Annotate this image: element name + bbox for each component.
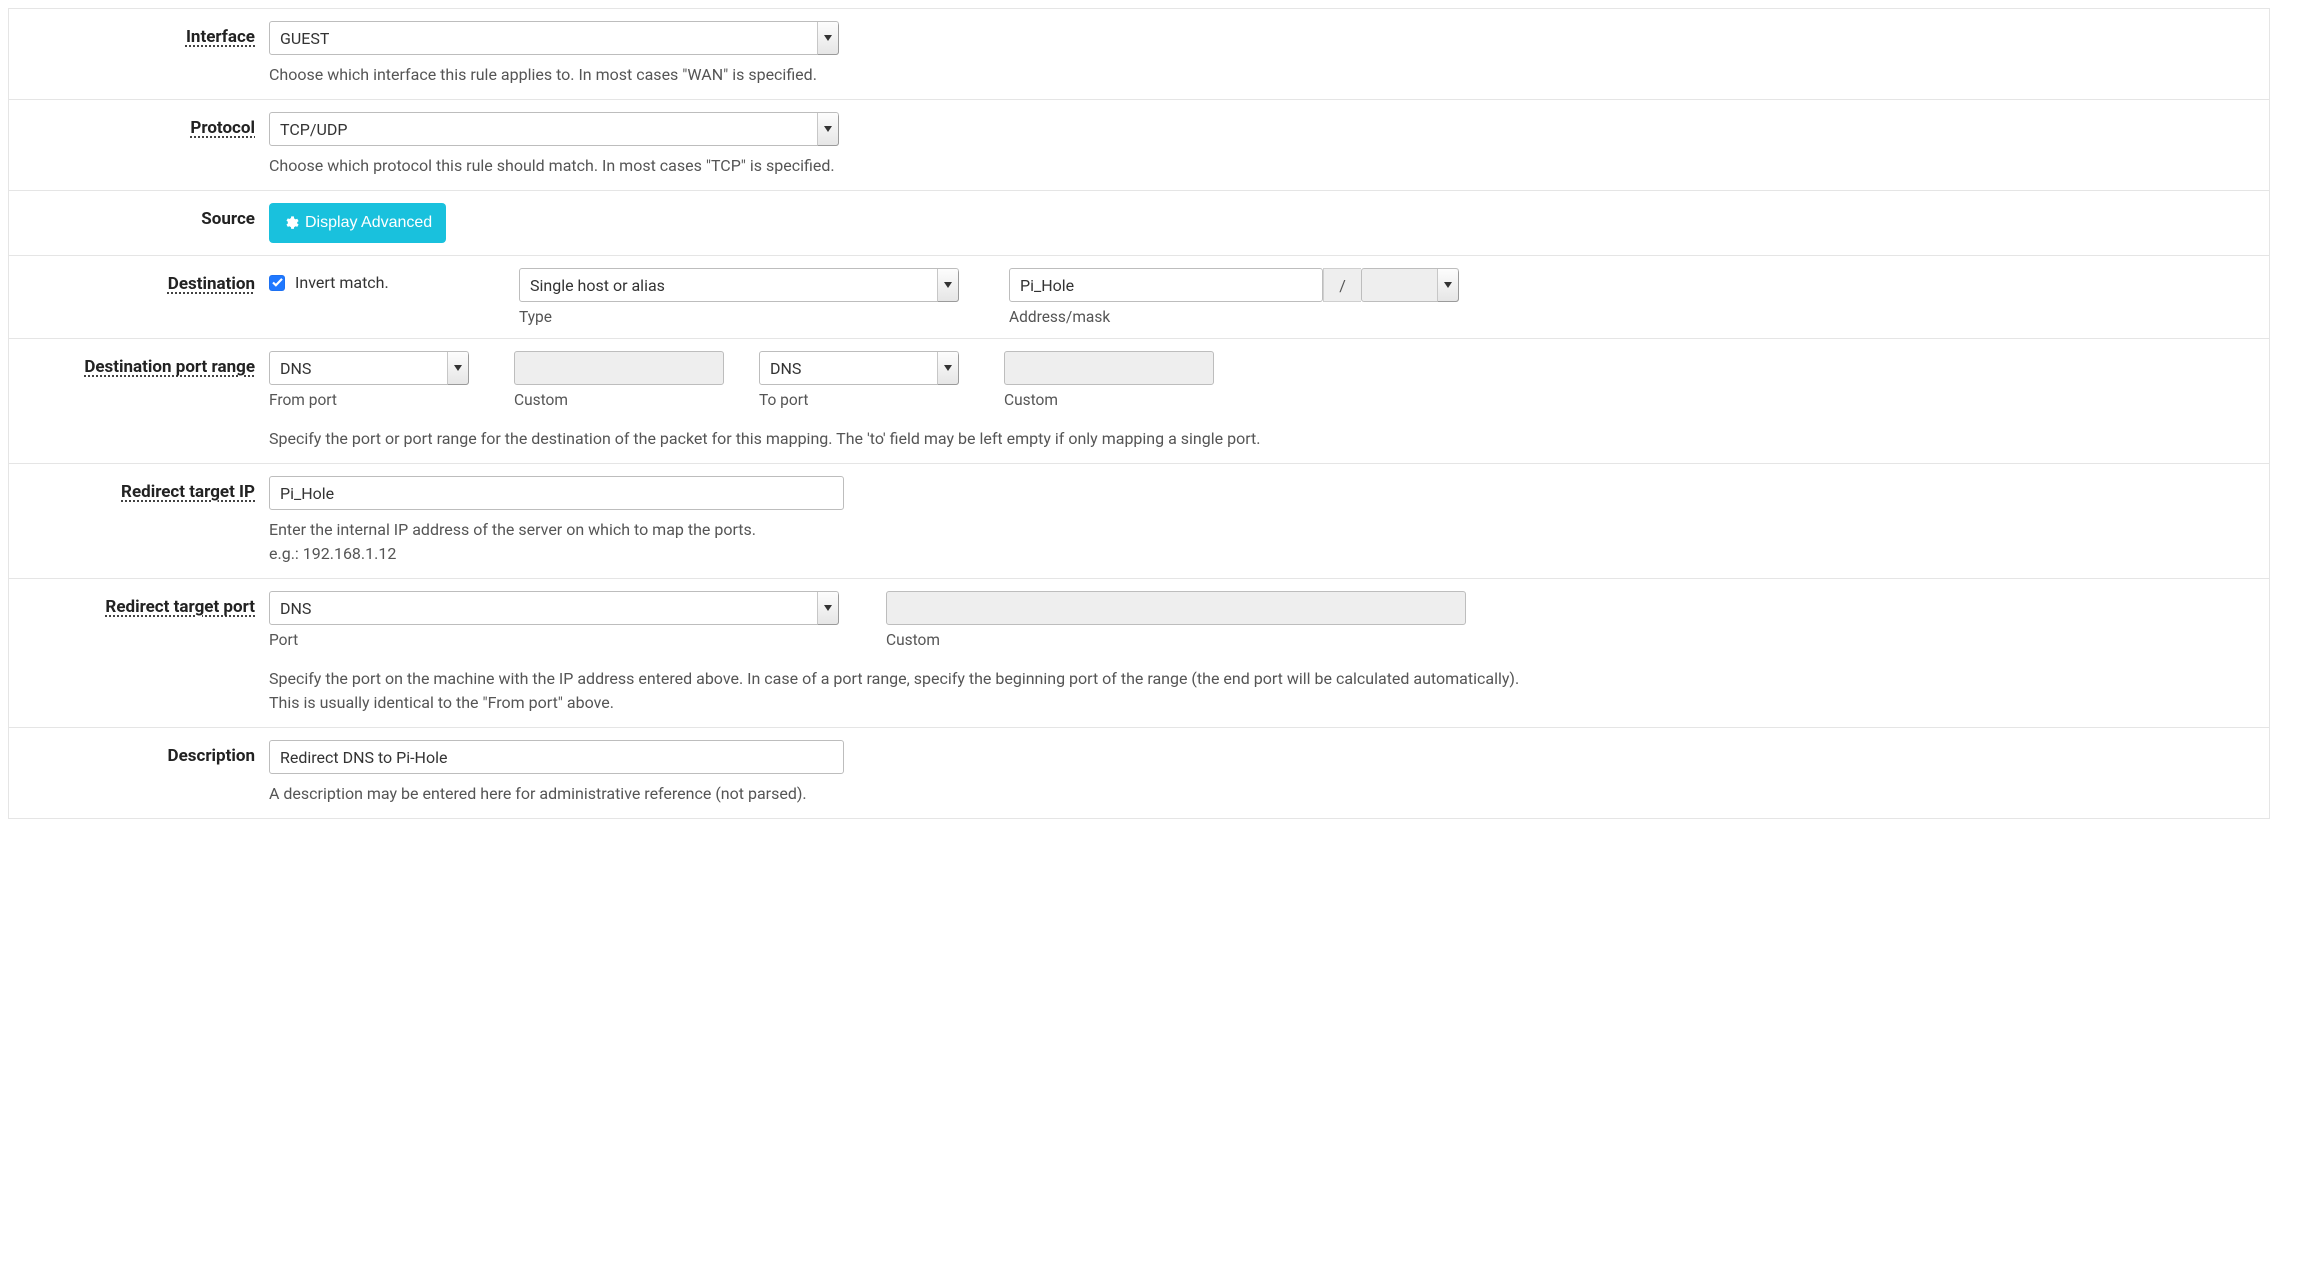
dropdown-caret-icon [937, 352, 958, 384]
row-redirect-port: Redirect target port DNS Port Custom Spe… [9, 579, 2269, 728]
redirect-ip-input[interactable]: Pi_Hole [269, 476, 844, 510]
invert-match-checkbox[interactable] [269, 275, 285, 291]
interface-select-value: GUEST [280, 29, 329, 48]
dropdown-caret-icon [447, 352, 468, 384]
destination-address-input[interactable]: Pi_Hole [1009, 268, 1323, 302]
gear-icon [283, 215, 299, 231]
description-input[interactable]: Redirect DNS to Pi-Hole [269, 740, 844, 774]
description-value: Redirect DNS to Pi-Hole [280, 748, 447, 767]
protocol-select[interactable]: TCP/UDP [269, 112, 839, 146]
label-description: Description [168, 746, 255, 766]
invert-match-label: Invert match. [295, 273, 389, 292]
dpr-from-select[interactable]: DNS [269, 351, 469, 385]
dropdown-caret-icon [937, 269, 958, 301]
label-source: Source [201, 209, 255, 229]
dropdown-caret-icon [817, 592, 838, 624]
destination-mask-select[interactable] [1361, 268, 1459, 302]
protocol-help: Choose which protocol this rule should m… [269, 154, 2255, 178]
redirect-port-select[interactable]: DNS [269, 591, 839, 625]
dpr-custom-from-input[interactable] [514, 351, 724, 385]
dropdown-caret-icon [817, 22, 838, 54]
dpr-custom-to-input[interactable] [1004, 351, 1214, 385]
row-description: Description Redirect DNS to Pi-Hole A de… [9, 728, 2269, 819]
row-destination: Destination Invert match. Single host or… [9, 256, 2269, 339]
dpr-help: Specify the port or port range for the d… [269, 427, 2255, 451]
row-destination-port-range: Destination port range DNS From port Cus… [9, 339, 2269, 464]
row-redirect-ip: Redirect target IP Pi_Hole Enter the int… [9, 464, 2269, 579]
display-advanced-button[interactable]: Display Advanced [269, 203, 446, 243]
destination-type-select[interactable]: Single host or alias [519, 268, 959, 302]
check-icon [272, 278, 283, 287]
dpr-custom1-sublabel: Custom [514, 391, 759, 409]
mask-separator: / [1323, 268, 1360, 302]
dropdown-caret-icon [1437, 269, 1458, 301]
dpr-to-sublabel: To port [759, 391, 1004, 409]
dropdown-caret-icon [817, 113, 838, 145]
destination-addrmask-sublabel: Address/mask [1009, 308, 1459, 326]
destination-type-sublabel: Type [519, 308, 1009, 326]
redirect-ip-value: Pi_Hole [280, 484, 334, 503]
display-advanced-label: Display Advanced [305, 214, 432, 232]
redirect-ip-help: Enter the internal IP address of the ser… [269, 518, 2255, 566]
protocol-select-value: TCP/UDP [280, 120, 347, 139]
label-protocol[interactable]: Protocol [190, 118, 255, 138]
dpr-custom2-sublabel: Custom [1004, 391, 1249, 409]
redirect-port-custom-sublabel: Custom [886, 631, 2255, 649]
row-source: Source Display Advanced [9, 191, 2269, 256]
label-destination[interactable]: Destination [168, 274, 255, 294]
interface-help: Choose which interface this rule applies… [269, 63, 2255, 87]
destination-type-value: Single host or alias [530, 276, 665, 295]
redirect-port-help: Specify the port on the machine with the… [269, 667, 2255, 715]
description-help: A description may be entered here for ad… [269, 782, 2255, 806]
dpr-to-value: DNS [770, 359, 801, 378]
redirect-port-sublabel: Port [269, 631, 882, 649]
dpr-from-value: DNS [280, 359, 311, 378]
interface-select[interactable]: GUEST [269, 21, 839, 55]
redirect-port-value: DNS [280, 599, 311, 618]
destination-address-value: Pi_Hole [1020, 276, 1074, 295]
row-interface: Interface GUEST Choose which interface t… [9, 9, 2269, 100]
label-interface[interactable]: Interface [186, 27, 255, 47]
row-protocol: Protocol TCP/UDP Choose which protocol t… [9, 100, 2269, 191]
nat-rule-form: Interface GUEST Choose which interface t… [8, 8, 2270, 819]
label-redirect-ip[interactable]: Redirect target IP [121, 482, 255, 502]
label-dpr[interactable]: Destination port range [84, 357, 255, 377]
redirect-port-custom-input[interactable] [886, 591, 1466, 625]
label-redirect-port[interactable]: Redirect target port [105, 597, 255, 617]
dpr-from-sublabel: From port [269, 391, 514, 409]
dpr-to-select[interactable]: DNS [759, 351, 959, 385]
